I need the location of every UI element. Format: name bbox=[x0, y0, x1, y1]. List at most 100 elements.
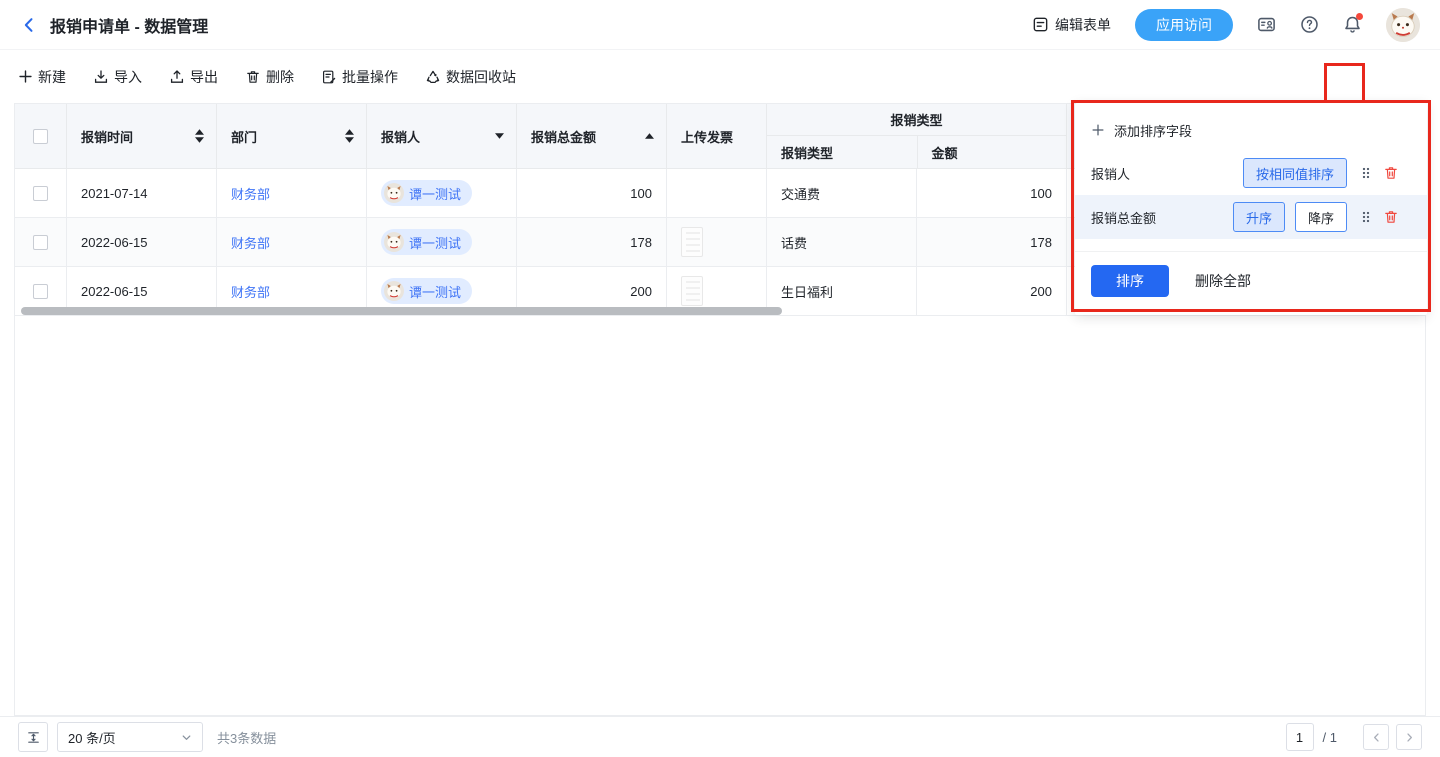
pagination-bar: 20 条/页 共3条数据 / 1 bbox=[0, 716, 1440, 757]
chevron-left-icon bbox=[20, 16, 38, 34]
person-tag[interactable]: 谭一测试 bbox=[381, 278, 472, 304]
edit-form-label: 编辑表单 bbox=[1055, 15, 1111, 35]
add-sort-field-label: 添加排序字段 bbox=[1114, 121, 1192, 140]
column-header-total[interactable]: 报销总金额 bbox=[517, 104, 667, 168]
column-label-amount: 金额 bbox=[932, 143, 958, 162]
page-title: 报销申请单 - 数据管理 bbox=[50, 13, 208, 37]
row-checkbox[interactable] bbox=[33, 235, 48, 250]
column-label-total: 报销总金额 bbox=[531, 127, 596, 146]
import-label: 导入 bbox=[114, 67, 142, 87]
descending-button[interactable]: 降序 bbox=[1295, 202, 1347, 232]
cat-avatar-icon bbox=[1386, 8, 1420, 42]
dept-link[interactable]: 财务部 bbox=[231, 184, 270, 203]
delete-label: 删除 bbox=[266, 67, 294, 87]
cat-avatar-icon bbox=[384, 183, 404, 203]
app-access-button[interactable]: 应用访问 bbox=[1135, 9, 1233, 41]
cell-amount: 100 bbox=[917, 169, 1067, 217]
cell-invoice bbox=[667, 218, 767, 266]
edit-form-button[interactable]: 编辑表单 bbox=[1032, 15, 1111, 35]
column-label-invoice: 上传发票 bbox=[681, 127, 733, 146]
batch-actions-button[interactable]: 批量操作 bbox=[321, 67, 398, 87]
group-header-label: 报销类型 bbox=[767, 104, 1066, 136]
page-number-input[interactable] bbox=[1286, 723, 1314, 751]
export-icon bbox=[169, 69, 185, 85]
chevron-left-icon bbox=[1371, 732, 1382, 743]
header-checkbox-cell bbox=[15, 104, 67, 168]
sort-asc-icon[interactable] bbox=[645, 133, 654, 139]
column-header-person[interactable]: 报销人 bbox=[367, 104, 517, 168]
sort-rule-person: 报销人 按相同值排序 bbox=[1075, 151, 1427, 195]
total-count-text: 共3条数据 bbox=[217, 728, 276, 747]
horizontal-scrollbar[interactable] bbox=[21, 307, 782, 315]
page-total-text: / 1 bbox=[1323, 730, 1337, 745]
invoice-thumbnail[interactable] bbox=[681, 276, 703, 306]
new-button[interactable]: 新建 bbox=[18, 67, 66, 87]
column-header-time[interactable]: 报销时间 bbox=[67, 104, 217, 168]
import-button[interactable]: 导入 bbox=[93, 67, 142, 87]
export-label: 导出 bbox=[190, 67, 218, 87]
column-header-amount[interactable]: 金额 bbox=[917, 136, 1067, 168]
sort-panel: 添加排序字段 报销人 按相同值排序 报销总金额 升序 降序 排序 删除全部 bbox=[1075, 103, 1427, 315]
ascending-button[interactable]: 升序 bbox=[1233, 202, 1285, 232]
delete-rule-button[interactable] bbox=[1383, 209, 1399, 225]
person-tag[interactable]: 谭一测试 bbox=[381, 180, 472, 206]
column-header-subtype[interactable]: 报销类型 bbox=[767, 136, 917, 168]
add-sort-field-button[interactable]: 添加排序字段 bbox=[1075, 103, 1427, 151]
delete-button[interactable]: 删除 bbox=[245, 67, 294, 87]
row-height-button[interactable] bbox=[18, 722, 48, 752]
cell-type: 交通费 bbox=[767, 169, 917, 217]
notification-button[interactable] bbox=[1343, 15, 1362, 34]
apply-sort-button[interactable]: 排序 bbox=[1091, 265, 1169, 297]
cell-type: 生日福利 bbox=[767, 267, 917, 315]
row-checkbox[interactable] bbox=[33, 186, 48, 201]
column-label-person: 报销人 bbox=[381, 127, 420, 146]
prev-page-button[interactable] bbox=[1363, 724, 1389, 750]
column-group-type: 报销类型 报销类型 金额 bbox=[767, 104, 1067, 168]
next-page-button[interactable] bbox=[1396, 724, 1422, 750]
column-label-dept: 部门 bbox=[231, 127, 257, 146]
person-name: 谭一测试 bbox=[409, 184, 461, 203]
same-value-sort-button[interactable]: 按相同值排序 bbox=[1243, 158, 1347, 188]
person-name: 谭一测试 bbox=[409, 233, 461, 252]
clear-all-button[interactable]: 删除全部 bbox=[1195, 271, 1251, 291]
form-icon bbox=[1032, 16, 1049, 33]
column-header-dept[interactable]: 部门 bbox=[217, 104, 367, 168]
column-header-invoice[interactable]: 上传发票 bbox=[667, 104, 767, 168]
invoice-thumbnail[interactable] bbox=[681, 227, 703, 257]
cell-type: 话费 bbox=[767, 218, 917, 266]
delete-rule-button[interactable] bbox=[1383, 165, 1399, 181]
row-checkbox-cell bbox=[15, 169, 67, 217]
cell-date: 2021-07-14 bbox=[67, 169, 217, 217]
cell-dept: 财务部 bbox=[217, 218, 367, 266]
export-button[interactable]: 导出 bbox=[169, 67, 218, 87]
person-tag[interactable]: 谭一测试 bbox=[381, 229, 472, 255]
help-button[interactable] bbox=[1300, 15, 1319, 34]
id-card-button[interactable] bbox=[1257, 15, 1276, 34]
row-checkbox[interactable] bbox=[33, 284, 48, 299]
cell-total: 100 bbox=[517, 169, 667, 217]
column-label-time: 报销时间 bbox=[81, 127, 133, 146]
drag-handle-icon[interactable] bbox=[1361, 166, 1371, 180]
drag-handle-icon[interactable] bbox=[1361, 210, 1371, 224]
cell-amount: 178 bbox=[917, 218, 1067, 266]
back-button[interactable] bbox=[20, 16, 38, 34]
recycle-bin-label: 数据回收站 bbox=[446, 67, 516, 87]
recycle-bin-button[interactable]: 数据回收站 bbox=[425, 67, 516, 87]
page-size-value: 20 条/页 bbox=[68, 728, 116, 747]
dept-link[interactable]: 财务部 bbox=[231, 233, 270, 252]
person-name: 谭一测试 bbox=[409, 282, 461, 301]
sort-carets-icon[interactable] bbox=[345, 129, 354, 143]
new-label: 新建 bbox=[38, 67, 66, 87]
dept-link[interactable]: 财务部 bbox=[231, 282, 270, 301]
table-toolbar: 新建 导入 导出 删除 批量操作 数据回收站 1 bbox=[0, 50, 1440, 103]
page-size-select[interactable]: 20 条/页 bbox=[57, 722, 203, 752]
import-icon bbox=[93, 69, 109, 85]
user-avatar[interactable] bbox=[1386, 8, 1420, 42]
sort-carets-icon[interactable] bbox=[195, 129, 204, 143]
select-all-checkbox[interactable] bbox=[33, 129, 48, 144]
sort-rule-total: 报销总金额 升序 降序 bbox=[1075, 195, 1427, 239]
cell-invoice bbox=[667, 169, 767, 217]
sort-rule-field: 报销人 bbox=[1091, 164, 1243, 183]
filter-caret-icon[interactable] bbox=[495, 133, 504, 139]
row-height-icon bbox=[26, 730, 41, 745]
